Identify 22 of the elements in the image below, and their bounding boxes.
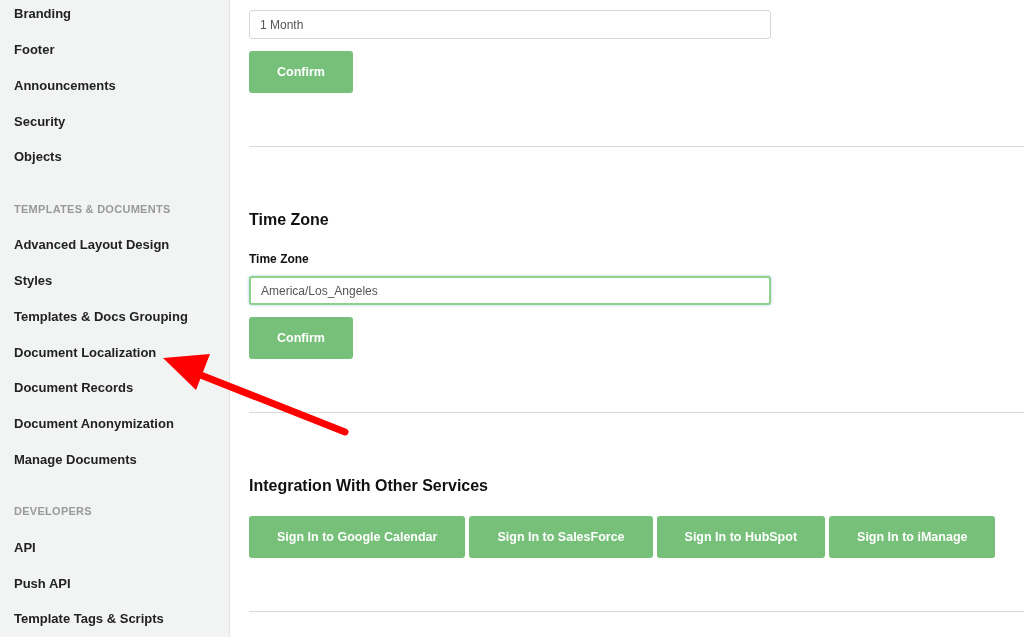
section-heading: Time Zone: [249, 210, 330, 230]
sidebar-item[interactable]: Announcements: [14, 75, 116, 96]
sidebar-item[interactable]: Footer: [14, 40, 55, 60]
sidebar-item[interactable]: Objects: [14, 147, 62, 167]
sidebar-section-header: DEVELOPERS: [14, 504, 92, 520]
sidebar-item[interactable]: Branding: [14, 4, 72, 24]
sidebar-item[interactable]: Document Localization: [14, 342, 157, 363]
sidebar-item[interactable]: API: [14, 537, 36, 558]
sidebar-item[interactable]: Advanced Layout Design: [14, 235, 170, 255]
sidebar-item[interactable]: Templates & Docs Grouping: [14, 306, 188, 327]
section-heading: Integration With Other Services: [249, 476, 489, 496]
sidebar-item[interactable]: Security: [14, 111, 66, 132]
field-label: Time Zone: [249, 251, 310, 268]
sidebar-item[interactable]: Push API: [14, 573, 71, 594]
sidebar-item[interactable]: Template Tags & Scripts: [14, 609, 164, 629]
text-field[interactable]: America/Los_Angeles: [249, 276, 771, 305]
text-field[interactable]: 1 Month: [249, 10, 771, 39]
sidebar-item[interactable]: Document Records: [14, 378, 134, 398]
sidebar-item[interactable]: Manage Documents: [14, 450, 137, 470]
sidebar-item[interactable]: Document Anonymization: [14, 414, 174, 434]
sidebar-item[interactable]: Styles: [14, 270, 53, 291]
sidebar-section-header: TEMPLATES & DOCUMENTS: [14, 201, 171, 217]
